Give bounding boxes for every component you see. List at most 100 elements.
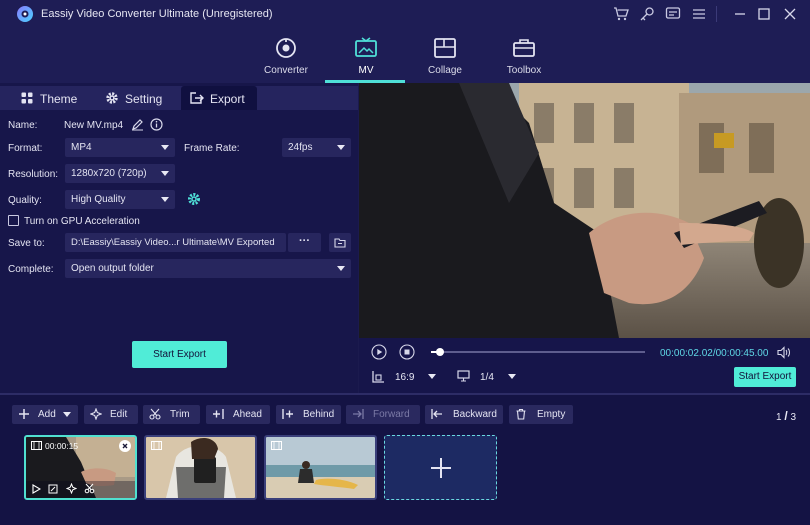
save-to-path[interactable]: D:\Eassiy\Eassiy Video...r Ultimate\MV E… bbox=[65, 233, 286, 252]
clip-thumbnail-1[interactable]: 00:00:15 bbox=[24, 435, 137, 500]
ahead-label: Ahead bbox=[233, 409, 262, 420]
format-select[interactable]: MP4 bbox=[65, 138, 175, 157]
time-readout: 00:00:02.02/00:00:45.00 bbox=[660, 348, 769, 359]
nav-mv-label: MV bbox=[358, 65, 374, 76]
nav-toolbox-label: Toolbox bbox=[506, 65, 542, 76]
clip-play-icon[interactable] bbox=[31, 484, 41, 494]
forward-button[interactable]: Forward bbox=[346, 405, 420, 424]
tab-theme[interactable]: Theme bbox=[0, 86, 90, 110]
close-icon bbox=[122, 443, 128, 449]
plus-icon bbox=[431, 458, 451, 478]
page-indicator: 1 / 3 bbox=[776, 409, 796, 423]
aspect-ratio-dropdown[interactable] bbox=[428, 374, 436, 379]
menu-icon[interactable] bbox=[691, 6, 707, 22]
nav-converter[interactable]: Converter bbox=[245, 28, 327, 83]
titlebar-divider bbox=[716, 6, 717, 22]
gpu-checkbox[interactable] bbox=[8, 215, 19, 226]
resolution-select[interactable]: 1280x720 (720p) bbox=[65, 164, 175, 183]
forward-label: Forward bbox=[373, 409, 410, 420]
edit-name-icon[interactable] bbox=[131, 118, 144, 131]
clip-thumbnail-2[interactable] bbox=[144, 435, 257, 500]
minimize-icon[interactable] bbox=[732, 6, 748, 22]
ahead-icon bbox=[213, 409, 224, 419]
add-button[interactable]: Add bbox=[12, 405, 78, 424]
volume-icon[interactable] bbox=[777, 346, 791, 359]
nav-toolbox[interactable]: Toolbox bbox=[483, 28, 565, 83]
save-to-label: Save to: bbox=[8, 238, 45, 249]
clip-trim-icon[interactable] bbox=[84, 483, 95, 494]
seek-track[interactable] bbox=[431, 351, 645, 353]
tab-export[interactable]: Export bbox=[181, 86, 257, 110]
app-logo-icon bbox=[16, 5, 34, 23]
complete-value: Open output folder bbox=[71, 263, 154, 274]
open-folder-button[interactable] bbox=[329, 233, 351, 252]
trim-button[interactable]: Trim bbox=[143, 405, 200, 424]
plus-icon bbox=[19, 409, 29, 419]
screen-value: 1/4 bbox=[480, 372, 494, 383]
maximize-icon[interactable] bbox=[756, 6, 772, 22]
gear-icon bbox=[106, 92, 118, 104]
backward-icon bbox=[431, 409, 442, 419]
empty-button[interactable]: Empty bbox=[509, 405, 573, 424]
behind-button[interactable]: Behind bbox=[276, 405, 341, 424]
backward-button[interactable]: Backward bbox=[425, 405, 503, 424]
quality-settings-gear-icon[interactable] bbox=[187, 192, 201, 206]
forward-icon bbox=[353, 409, 364, 419]
frame-rate-select[interactable]: 24fps bbox=[282, 138, 351, 157]
format-label: Format: bbox=[8, 143, 43, 154]
video-preview[interactable] bbox=[359, 83, 810, 338]
nav-collage[interactable]: Collage bbox=[404, 28, 486, 83]
tab-setting-label: Setting bbox=[125, 92, 163, 106]
browse-button[interactable]: ··· bbox=[288, 233, 321, 252]
aspect-ratio-icon bbox=[372, 370, 385, 383]
nav-collage-label: Collage bbox=[428, 65, 462, 76]
clip-3-image bbox=[266, 437, 375, 498]
screen-dropdown[interactable] bbox=[508, 374, 516, 379]
quality-select[interactable]: High Quality bbox=[65, 190, 175, 209]
gpu-label: Turn on GPU Acceleration bbox=[24, 216, 140, 227]
close-icon[interactable] bbox=[782, 6, 798, 22]
complete-label: Complete: bbox=[8, 264, 54, 275]
play-icon bbox=[371, 344, 387, 360]
start-export-button-small[interactable]: Start Export bbox=[734, 367, 796, 387]
aspect-ratio-value: 16:9 bbox=[395, 372, 415, 383]
frame-rate-value: 24fps bbox=[288, 142, 313, 153]
toolbox-icon bbox=[513, 39, 535, 57]
quality-label: Quality: bbox=[8, 195, 42, 206]
clip-effect-icon[interactable] bbox=[66, 483, 77, 494]
info-icon[interactable] bbox=[150, 118, 163, 131]
remove-clip-button[interactable] bbox=[119, 440, 131, 452]
start-export-button[interactable]: Start Export bbox=[132, 341, 227, 368]
page-separator: / bbox=[784, 409, 788, 423]
clip-edit-icon[interactable] bbox=[48, 484, 58, 494]
chevron-down-icon bbox=[63, 412, 71, 417]
edit-button[interactable]: Edit bbox=[84, 405, 138, 424]
tab-export-label: Export bbox=[210, 92, 245, 106]
nav-mv[interactable]: MV bbox=[325, 28, 407, 83]
format-value: MP4 bbox=[71, 142, 92, 153]
chevron-down-icon bbox=[337, 145, 345, 150]
seek-handle[interactable] bbox=[435, 348, 444, 356]
app-title: Eassiy Video Converter Ultimate (Unregis… bbox=[41, 8, 273, 20]
add-clip-slot[interactable] bbox=[384, 435, 497, 500]
stop-button[interactable] bbox=[399, 344, 415, 360]
stop-icon bbox=[399, 344, 415, 360]
play-button[interactable] bbox=[371, 344, 387, 360]
tab-theme-label: Theme bbox=[40, 92, 78, 106]
complete-select[interactable]: Open output folder bbox=[65, 259, 351, 278]
ahead-button[interactable]: Ahead bbox=[206, 405, 270, 424]
edit-label: Edit bbox=[110, 409, 128, 420]
feedback-icon[interactable] bbox=[665, 6, 681, 22]
cart-icon[interactable] bbox=[613, 6, 629, 22]
add-label: Add bbox=[38, 409, 56, 420]
chevron-down-icon bbox=[337, 266, 345, 271]
behind-icon bbox=[282, 409, 293, 419]
name-value: New MV.mp4 bbox=[64, 120, 124, 131]
preview-frame-image bbox=[359, 83, 810, 338]
clip-thumbnail-3[interactable] bbox=[264, 435, 377, 500]
edit-star-icon bbox=[90, 408, 102, 420]
backward-label: Backward bbox=[453, 409, 497, 420]
key-icon[interactable] bbox=[639, 6, 655, 22]
collage-icon bbox=[434, 38, 456, 58]
tab-setting[interactable]: Setting bbox=[92, 86, 178, 110]
